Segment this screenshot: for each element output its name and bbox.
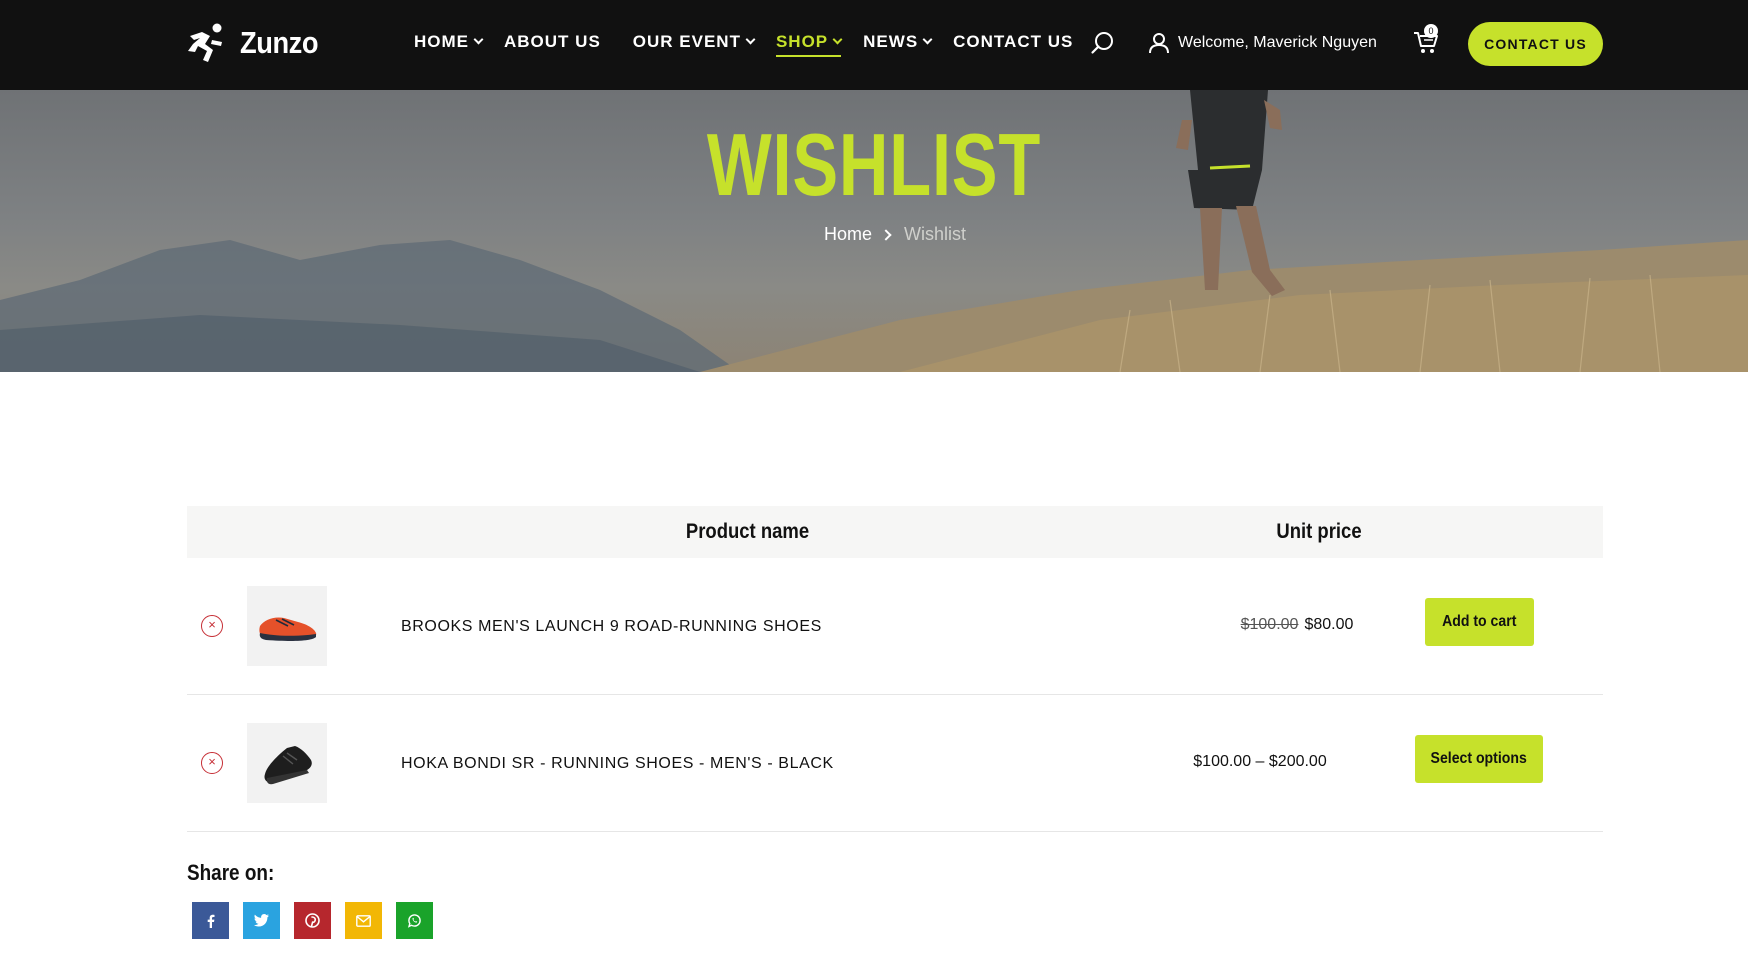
site-logo[interactable]: Zunzo [186, 22, 329, 64]
chevron-down-icon [745, 34, 756, 45]
orange-shoe-image [259, 617, 317, 641]
breadcrumb-current: Wishlist [904, 224, 966, 244]
column-header-unit-price: Unit price [1276, 520, 1362, 543]
share-label: Share on: [187, 860, 275, 885]
wishlist-table: Product name Unit price × BROOKS MEN'S L… [187, 506, 1603, 832]
original-price: $100.00 [1240, 616, 1299, 633]
chevron-down-icon [922, 34, 933, 45]
table-row: × HOKA BONDI SR - RUNNING SHOES - MEN'S … [187, 695, 1603, 832]
chevron-down-icon [473, 34, 484, 45]
nav-shop[interactable]: SHOP [775, 30, 843, 57]
main-nav: HOME ABOUT US OUR EVENT SHOP NEWS CONTAC… [414, 30, 1073, 57]
add-to-cart-button[interactable]: Add to cart [1425, 598, 1534, 646]
nav-home-label: HOME [414, 32, 469, 51]
share-buttons [192, 902, 433, 939]
select-options-label: Select options [1430, 750, 1528, 767]
chevron-right-icon [880, 228, 892, 241]
breadcrumb-home-link[interactable]: Home [824, 224, 872, 245]
nav-our-event[interactable]: OUR EVENT [632, 30, 756, 54]
account-link[interactable]: Welcome, Maverick Nguyen [1148, 32, 1377, 54]
add-to-cart-label: Add to cart [1442, 613, 1517, 630]
page-title: WISHLIST [706, 115, 1042, 214]
share-twitter-button[interactable] [243, 902, 280, 939]
search-icon[interactable] [1090, 30, 1116, 56]
share-facebook-button[interactable] [192, 902, 229, 939]
product-thumbnail[interactable] [247, 586, 327, 666]
welcome-text: Welcome, Maverick Nguyen [1178, 34, 1377, 51]
select-options-button[interactable]: Select options [1415, 735, 1543, 783]
table-header: Product name Unit price [187, 506, 1603, 558]
share-pinterest-button[interactable] [294, 902, 331, 939]
nav-our-event-label: OUR EVENT [632, 32, 741, 51]
pinterest-icon [305, 913, 320, 928]
brand-name: Zunzo [240, 25, 319, 60]
nav-about[interactable]: ABOUT US [504, 30, 601, 54]
nav-news[interactable]: NEWS [863, 30, 933, 54]
product-thumbnail[interactable] [247, 723, 327, 803]
user-icon [1149, 33, 1169, 54]
sale-price: $80.00 [1304, 616, 1354, 633]
remove-item-icon[interactable]: × [201, 615, 223, 637]
facebook-icon [207, 914, 214, 928]
product-name-link[interactable]: HOKA BONDI SR - RUNNING SHOES - MEN'S - … [401, 755, 834, 773]
twitter-icon [254, 914, 269, 927]
remove-item-icon[interactable]: × [201, 752, 223, 774]
page-hero: WISHLIST Home Wishlist [0, 90, 1748, 372]
nav-shop-label: SHOP [775, 32, 829, 51]
email-icon [356, 914, 371, 927]
column-header-product-name: Product name [685, 520, 810, 543]
nav-contact[interactable]: CONTACT US [953, 30, 1073, 54]
cart-count-badge: 0 [1424, 24, 1438, 38]
whatsapp-icon [407, 914, 421, 928]
nav-about-label: ABOUT US [504, 32, 601, 51]
site-header: Zunzo HOME ABOUT US OUR EVENT SHOP NEWS … [0, 0, 1748, 90]
nav-home[interactable]: HOME [414, 30, 484, 54]
share-whatsapp-button[interactable] [396, 902, 433, 939]
breadcrumb: Home Wishlist [0, 224, 1748, 245]
product-name-link[interactable]: BROOKS MEN'S LAUNCH 9 ROAD-RUNNING SHOES [401, 618, 822, 636]
runner-logo-icon [188, 23, 222, 62]
table-row: × BROOKS MEN'S LAUNCH 9 ROAD-RUNNING SHO… [187, 558, 1603, 695]
contact-us-button[interactable]: CONTACT US [1468, 22, 1603, 66]
share-email-button[interactable] [345, 902, 382, 939]
chevron-down-icon [832, 34, 843, 45]
nav-contact-label: CONTACT US [953, 32, 1074, 51]
nav-news-label: NEWS [863, 32, 919, 51]
black-shoe-image [264, 746, 312, 785]
